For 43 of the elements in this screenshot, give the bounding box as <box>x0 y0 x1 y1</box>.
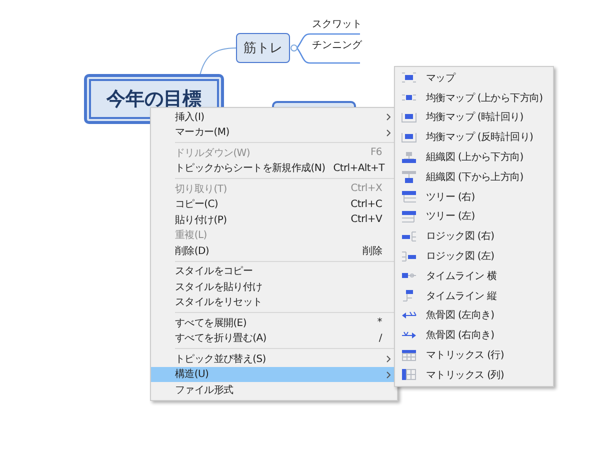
menu-item[interactable]: スタイルを貼り付け <box>151 279 397 294</box>
layout-icon <box>401 130 417 144</box>
menu-item[interactable]: ファイル形式 <box>151 382 397 398</box>
layout-icon <box>401 170 417 184</box>
menu-item[interactable]: タイムライン 横 <box>395 266 553 286</box>
layout-icon <box>401 230 417 243</box>
layout-icon <box>401 210 417 223</box>
layout-icon <box>401 71 417 84</box>
menu-item[interactable]: トピックからシートを新規作成(N) Ctrl+Alt+T <box>151 160 397 176</box>
layout-icon <box>401 190 417 204</box>
subtopic-label[interactable]: チンニング <box>312 40 362 52</box>
menu-item[interactable]: マトリックス (行) <box>395 345 553 365</box>
menu-item[interactable]: 均衡マップ (時計回り) <box>395 108 553 128</box>
menu-item[interactable]: マーカー(M) <box>151 124 397 140</box>
menu-item[interactable]: コピー(C) Ctrl+C <box>151 196 397 212</box>
layout-icon <box>401 150 417 164</box>
menu-item[interactable]: マップ <box>395 68 553 88</box>
menu-item[interactable]: スタイルをリセット <box>151 294 397 310</box>
menu-item[interactable]: 組織図 (上から下方向) <box>395 147 553 167</box>
menu-item[interactable]: 組織図 (下から上方向) <box>395 166 553 187</box>
menu-item[interactable]: 貼り付け(P) Ctrl+V <box>151 212 397 228</box>
layout-icon <box>401 110 417 124</box>
menu-item[interactable]: 均衡マップ (反時計回り) <box>395 127 553 148</box>
menu-item[interactable]: 魚骨図 (右向き) <box>395 325 553 346</box>
layout-icon <box>401 250 417 263</box>
menu-item[interactable]: すべてを展開(E) * <box>151 315 397 330</box>
menu-item[interactable]: スタイルをコピー <box>151 264 397 279</box>
menu-item[interactable]: トピック並び替え(S) <box>151 351 397 366</box>
layout-icon <box>401 348 417 362</box>
layout-icon <box>401 368 417 382</box>
menu-item[interactable]: すべてを折り畳む(A) / <box>151 330 397 346</box>
menu-item[interactable]: ツリー (左) <box>395 206 553 226</box>
menu-item[interactable]: 均衡マップ (上から下方向) <box>395 88 553 108</box>
subtopic-label[interactable]: スクワット <box>312 19 362 31</box>
menu-item[interactable]: マトリックス (列) <box>395 364 553 385</box>
menu-item[interactable]: ロジック図 (右) <box>395 226 553 246</box>
topic-node[interactable]: 筋トレ <box>236 33 290 63</box>
menu-item[interactable]: 削除(D) 削除 <box>151 243 397 258</box>
menu-item[interactable]: タイムライン 縦 <box>395 286 553 306</box>
menu-item[interactable]: 構造(U) <box>151 366 397 382</box>
menu-item[interactable]: ツリー (右) <box>395 186 553 207</box>
menu-item[interactable]: 魚骨図 (左向き) <box>395 306 553 326</box>
menu-item[interactable]: ロジック図 (左) <box>395 246 553 266</box>
